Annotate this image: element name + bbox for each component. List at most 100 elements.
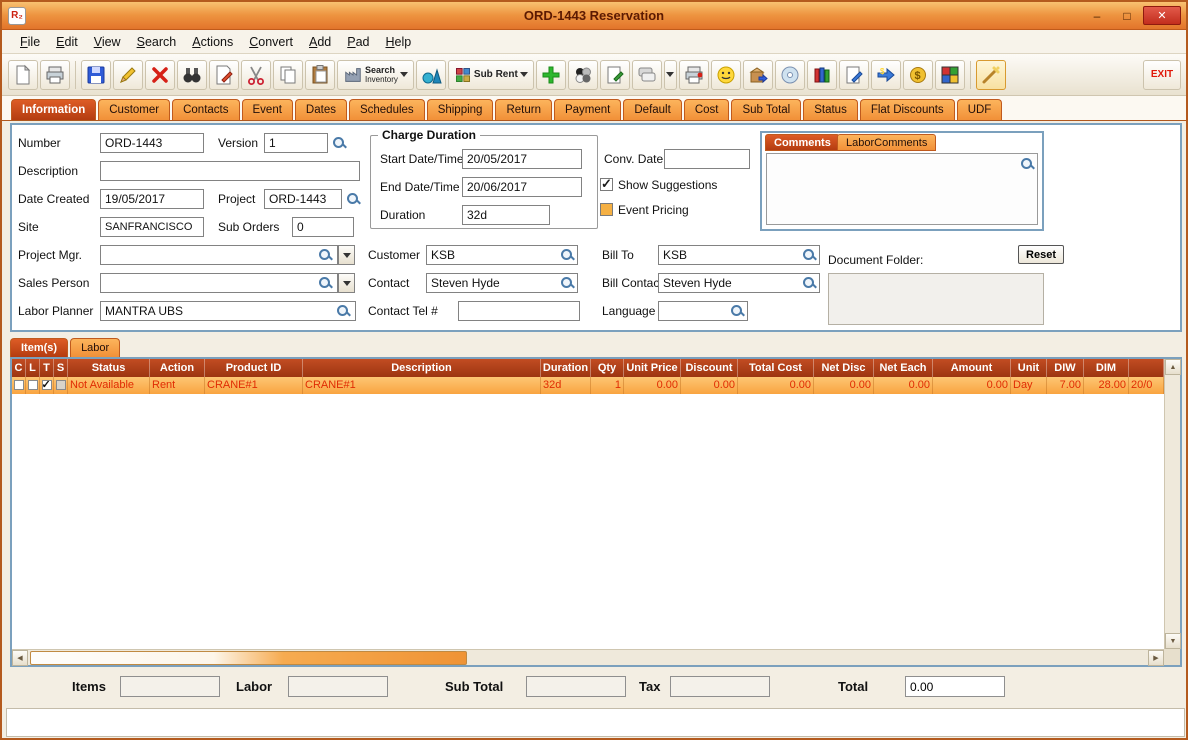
sub-orders-field[interactable]	[292, 217, 354, 237]
menu-file[interactable]: File	[12, 33, 48, 51]
col-header-action[interactable]: Action	[150, 359, 205, 377]
col-header-product-id[interactable]: Product ID	[205, 359, 303, 377]
contact-tel-field[interactable]	[458, 301, 580, 321]
add-button[interactable]	[535, 59, 566, 90]
edit-button[interactable]	[113, 59, 143, 90]
items-total-field[interactable]	[120, 676, 220, 697]
project-field[interactable]	[264, 189, 342, 209]
tab-payment[interactable]: Payment	[553, 99, 622, 120]
minimize-button[interactable]: –	[1083, 6, 1111, 25]
tab-flat-discounts[interactable]: Flat Discounts	[859, 99, 955, 120]
note-button[interactable]	[599, 59, 630, 90]
currency-export-button[interactable]: $	[870, 59, 901, 90]
write-button[interactable]	[838, 59, 869, 90]
sub-rent-button[interactable]: Sub Rent	[447, 59, 534, 90]
tab-information[interactable]: Information	[11, 99, 97, 120]
description-field[interactable]	[100, 161, 360, 181]
menu-actions[interactable]: Actions	[184, 33, 241, 51]
s-checkbox[interactable]	[55, 380, 66, 390]
menu-convert[interactable]: Convert	[241, 33, 301, 51]
col-header-s[interactable]: S	[54, 359, 68, 377]
group-button[interactable]	[567, 59, 598, 90]
cards-button[interactable]	[631, 59, 662, 90]
project-mgr-field[interactable]	[100, 245, 338, 265]
tab-dates[interactable]: Dates	[294, 99, 347, 120]
project-mgr-search-icon[interactable]	[318, 248, 332, 262]
version-search-icon[interactable]	[332, 136, 346, 150]
bill-to-field[interactable]	[658, 245, 820, 265]
menu-help[interactable]: Help	[378, 33, 420, 51]
close-button[interactable]: ✕	[1143, 6, 1181, 25]
print-button[interactable]	[40, 59, 70, 90]
tab-shipping[interactable]: Shipping	[426, 99, 494, 120]
customer-field[interactable]	[426, 245, 578, 265]
tab-sub-total[interactable]: Sub Total	[731, 99, 802, 120]
scroll-left-button[interactable]: ◀	[12, 650, 28, 666]
date-created-field[interactable]	[100, 189, 204, 209]
sales-person-search-icon[interactable]	[318, 276, 332, 290]
sales-person-dropdown-button[interactable]	[338, 273, 355, 293]
tab-comments[interactable]: Comments	[765, 134, 840, 151]
rename-button[interactable]	[209, 59, 239, 90]
cubes-button[interactable]	[934, 59, 965, 90]
col-header-description[interactable]: Description	[303, 359, 541, 377]
col-header-unit[interactable]: Unit	[1011, 359, 1047, 377]
tab-labor[interactable]: Labor	[70, 338, 121, 357]
tab-cost[interactable]: Cost	[683, 99, 730, 120]
customer-search-icon[interactable]	[560, 248, 574, 262]
language-search-icon[interactable]	[730, 304, 744, 318]
shapes-button[interactable]	[415, 59, 446, 90]
search-inventory-button[interactable]: Search Inventory	[337, 59, 414, 90]
bill-contact-search-icon[interactable]	[802, 276, 816, 290]
version-field[interactable]	[264, 133, 328, 153]
tab-default[interactable]: Default	[623, 99, 682, 120]
number-field[interactable]	[100, 133, 204, 153]
package-button[interactable]	[742, 59, 773, 90]
menu-edit[interactable]: Edit	[48, 33, 86, 51]
event-pricing-checkbox[interactable]	[600, 203, 613, 216]
paste-button[interactable]	[305, 59, 335, 90]
scroll-down-button[interactable]: ▼	[1165, 633, 1181, 649]
cut-button[interactable]	[241, 59, 271, 90]
col-header-unit-price[interactable]: Unit Price	[624, 359, 681, 377]
bill-to-search-icon[interactable]	[802, 248, 816, 262]
col-header-diw[interactable]: DIW	[1047, 359, 1084, 377]
col-header-qty[interactable]: Qty	[591, 359, 624, 377]
comments-search-icon[interactable]	[1020, 157, 1034, 171]
col-header-discount[interactable]: Discount	[681, 359, 738, 377]
sales-person-field[interactable]	[100, 273, 338, 293]
vertical-scrollbar[interactable]: ▲ ▼	[1164, 359, 1181, 649]
col-header-net-each[interactable]: Net Each	[874, 359, 933, 377]
col-header-amount[interactable]: Amount	[933, 359, 1011, 377]
contact-button[interactable]	[710, 59, 741, 90]
delete-button[interactable]	[145, 59, 175, 90]
document-folder-panel[interactable]	[828, 273, 1044, 325]
show-suggestions-checkbox[interactable]	[600, 176, 613, 192]
menu-add[interactable]: Add	[301, 33, 339, 51]
exit-button[interactable]: EXIT	[1143, 59, 1181, 90]
tab-customer[interactable]: Customer	[98, 99, 171, 120]
comments-textarea[interactable]	[766, 153, 1038, 225]
print-labels-button[interactable]	[678, 59, 709, 90]
scroll-right-button[interactable]: ▶	[1148, 650, 1164, 666]
tab-labor-comments[interactable]: LaborComments	[837, 134, 937, 151]
scroll-up-button[interactable]: ▲	[1165, 359, 1181, 375]
l-checkbox[interactable]	[27, 380, 38, 390]
c-checkbox[interactable]	[13, 380, 24, 390]
end-date-field[interactable]	[462, 177, 582, 197]
menu-view[interactable]: View	[86, 33, 129, 51]
reset-button[interactable]: Reset	[1018, 245, 1064, 264]
t-checkbox[interactable]	[41, 377, 52, 393]
project-mgr-dropdown-button[interactable]	[338, 245, 355, 265]
table-row[interactable]: Not Available Rent CRANE#1 CRANE#1 32d 1…	[12, 377, 1164, 394]
sub-total-field[interactable]	[526, 676, 626, 697]
contact-search-icon[interactable]	[560, 276, 574, 290]
maximize-button[interactable]: □	[1113, 6, 1141, 25]
copy-button[interactable]	[273, 59, 303, 90]
horizontal-scroll-thumb[interactable]	[30, 651, 467, 665]
tab-schedules[interactable]: Schedules	[348, 99, 425, 120]
col-header-c[interactable]: C	[12, 359, 26, 377]
labor-planner-search-icon[interactable]	[336, 304, 350, 318]
contact-field[interactable]	[426, 273, 578, 293]
tab-event[interactable]: Event	[241, 99, 293, 120]
